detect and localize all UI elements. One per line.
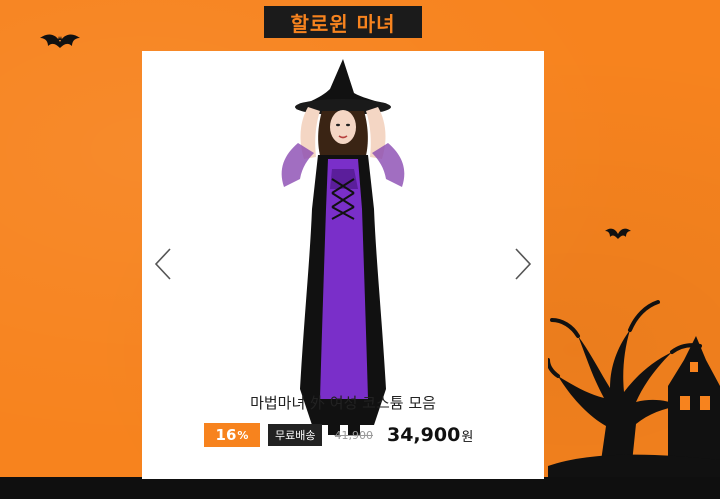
discount-value: 16	[215, 426, 237, 444]
chevron-right-icon[interactable]	[510, 246, 534, 282]
bat-icon	[40, 34, 80, 48]
discount-badge: 16%	[204, 423, 260, 447]
bat-icon	[605, 228, 631, 239]
original-price: 41,900	[334, 428, 373, 442]
price-row: 16% 무료배송 41,900 34,900원	[204, 423, 473, 447]
free-shipping-badge: 무료배송	[268, 424, 323, 446]
sale-price: 34,900원	[387, 424, 473, 446]
product-image[interactable]	[270, 59, 416, 437]
sale-price-unit: 원	[461, 430, 474, 445]
product-card[interactable]	[142, 51, 544, 479]
banner-title: 할로윈 마녀	[264, 6, 422, 38]
discount-unit: %	[237, 428, 249, 442]
chevron-left-icon[interactable]	[152, 246, 176, 282]
product-name[interactable]: 마법마녀 外 여성 코스튬 모음	[142, 392, 544, 413]
sale-price-value: 34,900	[386, 424, 461, 446]
spooky-tree	[548, 300, 720, 482]
ground	[0, 477, 720, 499]
